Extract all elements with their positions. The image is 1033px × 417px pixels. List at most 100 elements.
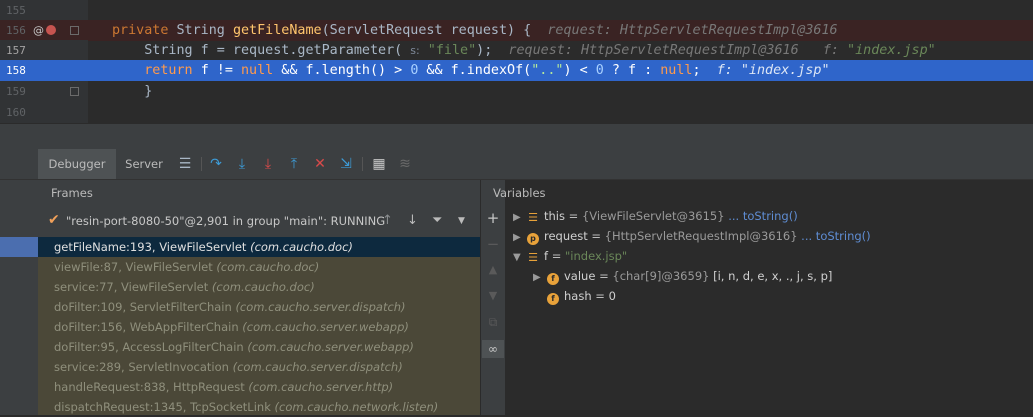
frame-package: (com.caucho.doc) — [216, 260, 320, 274]
step-out-icon[interactable]: ⤒ — [286, 156, 302, 172]
code-text[interactable]: String f = request.getParameter( s: "fil… — [112, 40, 936, 61]
tab-server[interactable]: Server — [122, 149, 166, 179]
copy-icon[interactable]: ⧉ — [485, 314, 501, 330]
variable-string-value: "index.jsp" — [565, 249, 628, 263]
code-part: f != — [200, 63, 241, 78]
code-text[interactable]: } — [112, 81, 152, 102]
arrow-down-icon[interactable]: ↓ — [407, 213, 418, 229]
inline-value-hint-value: "index.jsp" — [847, 43, 936, 58]
frame-item[interactable]: doFilter:156, WebAppFilterChain (com.cau… — [38, 317, 480, 337]
move-up-icon[interactable]: ▲ — [485, 262, 501, 278]
debug-toolbar: Debugger Server ☰ ↷ ⤓ ⤓ ⤒ ✕ ⇲ ▦ ≋ — [0, 149, 1033, 180]
watches-glasses-icon[interactable]: ∞ — [482, 340, 504, 358]
frame-item[interactable]: service:77, ViewFileServlet (com.caucho.… — [38, 277, 480, 297]
type: String — [176, 23, 233, 38]
gutter: 157 — [0, 40, 88, 61]
frame-method: doFilter:109, ServletFilterChain — [54, 300, 232, 314]
tab-debugger[interactable]: Debugger — [38, 149, 116, 179]
keyword-null: null — [241, 63, 274, 78]
frame-item[interactable]: getFileName:193, ViewFileServlet (com.ca… — [38, 237, 480, 257]
code-text[interactable]: private String getFileName(ServletReques… — [112, 20, 838, 41]
frame-method: service:77, ViewFileServlet — [54, 280, 209, 294]
variable-row[interactable]: ▼ ☰ f = "index.jsp" — [513, 246, 627, 266]
variable-row[interactable]: f hash = 0 — [547, 286, 616, 306]
thread-selector[interactable]: ✔ "resin-port-8080-50"@2,901 in group "m… — [38, 208, 480, 234]
add-watch-icon[interactable]: + — [485, 210, 501, 226]
to-string-link[interactable]: ... toString() — [725, 209, 797, 223]
parameter-p-icon: p — [527, 233, 539, 245]
selected-frame-marker — [0, 237, 38, 257]
frame-item[interactable]: handleRequest:838, HttpRequest (com.cauc… — [38, 377, 480, 397]
step-over-icon[interactable]: ⤓ — [234, 156, 250, 172]
field-list-icon: ☰ — [528, 251, 538, 264]
frame-item[interactable]: service:289, ServletInvocation (com.cauc… — [38, 357, 480, 377]
frame-item[interactable]: doFilter:109, ServletFilterChain (com.ca… — [38, 297, 480, 317]
thread-label: "resin-port-8080-50"@2,901 in group "mai… — [66, 214, 386, 228]
variable-value: {char[9]@3659} — [612, 269, 714, 283]
drop-frame-icon[interactable]: ✕ — [312, 156, 328, 172]
number-literal: 0 — [595, 63, 604, 78]
code-line-155[interactable]: 155 — [0, 0, 1033, 21]
layout-menu-icon[interactable]: ☰ — [177, 156, 193, 172]
code-line-157[interactable]: 157 String f = request.getParameter( s: … — [0, 40, 1033, 61]
line-number: 157 — [6, 44, 26, 57]
line-number: 159 — [6, 85, 26, 98]
to-string-link[interactable]: ... toString() — [798, 229, 870, 243]
variable-row[interactable]: ▶ p request = {HttpServletRequestImpl@3616… — [513, 226, 871, 246]
code-part: ) < — [563, 63, 596, 78]
expand-arrow-icon[interactable]: ▶ — [513, 208, 527, 228]
code-part: ; — [692, 63, 717, 78]
code-editor[interactable]: 155 156 @ private String getFileName(Ser… — [0, 0, 1033, 124]
trace-icon[interactable]: ≋ — [397, 156, 413, 172]
variable-name: this — [544, 209, 565, 223]
dropdown-chevron-icon[interactable]: ▼ — [458, 213, 465, 229]
line-number: 155 — [6, 4, 26, 17]
debug-side-toolbar — [0, 180, 38, 415]
code-part: ? f : — [603, 63, 661, 78]
show-execution-point-icon[interactable]: ↷ — [208, 156, 224, 172]
filter-icon[interactable]: ⏷ — [432, 213, 442, 229]
code-text[interactable]: return f != null && f.length() > 0 && f.… — [112, 60, 829, 81]
force-step-into-icon[interactable]: ⤓ — [260, 156, 276, 172]
expand-arrow-icon[interactable]: ▶ — [513, 228, 527, 248]
frame-item[interactable]: dispatchRequest:1345, TcpSocketLink (com… — [38, 397, 480, 417]
fold-icon[interactable] — [70, 87, 79, 96]
override-marker-icon[interactable]: @ — [33, 20, 44, 41]
arrow-up-icon[interactable]: ↑ — [382, 213, 393, 229]
string-literal: ".." — [531, 63, 564, 78]
evaluate-expression-icon[interactable]: ▦ — [371, 156, 387, 172]
run-to-cursor-icon[interactable]: ⇲ — [338, 156, 354, 172]
code-line-158-current[interactable]: 158 return f != null && f.length() > 0 &… — [0, 60, 1033, 81]
gutter: 158 — [0, 60, 88, 81]
variable-row[interactable]: ▶ ☰ this = {ViewFileServlet@3615} ... toSt… — [513, 206, 798, 226]
variable-name: hash — [564, 289, 592, 303]
frame-method: dispatchRequest:1345, TcpSocketLink — [54, 400, 271, 414]
inline-value-hint: request: HttpServletRequestImpl@3616 — [547, 23, 838, 38]
expand-arrow-icon[interactable]: ▶ — [533, 268, 547, 288]
frame-package: (com.caucho.doc) — [211, 280, 315, 294]
line-number: 160 — [6, 106, 26, 119]
code-line-159[interactable]: 159 } — [0, 81, 1033, 102]
string-literal: "file" — [419, 43, 477, 58]
closing-brace: } — [112, 84, 153, 99]
frame-item[interactable]: doFilter:95, AccessLogFilterChain (com.c… — [38, 337, 480, 357]
frame-item[interactable]: viewFile:87, ViewFileServlet (com.caucho… — [38, 257, 480, 277]
check-icon: ✔ — [48, 212, 60, 228]
code-line-156[interactable]: 156 @ private String getFileName(Servlet… — [0, 20, 1033, 41]
frame-method: viewFile:87, ViewFileServlet — [54, 260, 213, 274]
variables-toolbar: + − ▲ ▼ ⧉ ∞ — [481, 180, 505, 415]
code-rest: (ServletRequest request) { — [321, 23, 548, 38]
fold-icon[interactable] — [70, 26, 79, 35]
collapse-arrow-icon[interactable]: ▼ — [513, 248, 527, 268]
breakpoint-icon[interactable] — [46, 25, 56, 35]
frames-panel: Frames ✔ "resin-port-8080-50"@2,901 in g… — [38, 180, 480, 415]
frame-method: getFileName:193, ViewFileServlet — [54, 240, 247, 254]
method-name: getFileName — [232, 23, 322, 38]
variable-row[interactable]: ▶ f value = {char[9]@3659} [i, n, d, e, x,… — [533, 266, 832, 286]
frame-package: (com.caucho.network.listen) — [274, 400, 439, 414]
move-down-icon[interactable]: ▼ — [485, 288, 501, 304]
variable-name: request — [544, 229, 588, 243]
keyword-null: null — [660, 63, 693, 78]
code-line-160[interactable]: 160 — [0, 102, 1033, 123]
remove-watch-icon[interactable]: − — [485, 236, 501, 252]
